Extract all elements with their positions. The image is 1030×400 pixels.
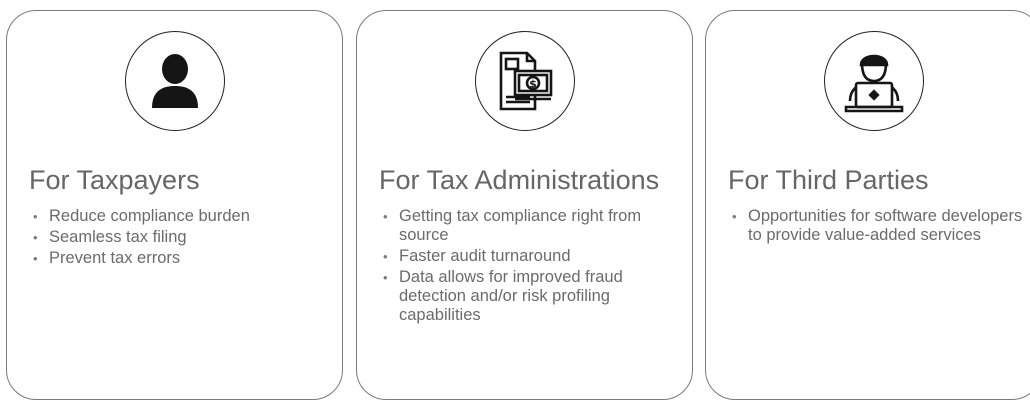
bullet-item: Seamless tax filing [31, 228, 328, 247]
tax-document-money-icon: $ [474, 31, 575, 131]
svg-text:$: $ [529, 78, 537, 91]
bullet-item: Reduce compliance burden [31, 207, 328, 226]
bullet-item: Opportunities for software developers to… [730, 207, 1027, 245]
bullet-item: Data allows for improved fraud detection… [381, 268, 678, 325]
bullet-list: Opportunities for software developers to… [730, 207, 1027, 247]
person-icon [124, 31, 225, 131]
tax-administrations-card: $ For Tax Administrations Getting tax co… [356, 10, 693, 400]
third-parties-card: For Third Parties Opportunities for soft… [705, 10, 1030, 400]
bullet-list: Reduce compliance burden Seamless tax fi… [31, 207, 328, 270]
bullet-item: Getting tax compliance right from source [381, 207, 678, 245]
taxpayers-card: For Taxpayers Reduce compliance burden S… [6, 10, 343, 400]
bullet-list: Getting tax compliance right from source… [381, 207, 678, 327]
bullet-item: Faster audit turnaround [381, 247, 678, 266]
card-title: For Tax Administrations [379, 165, 660, 195]
developer-laptop-icon [823, 31, 924, 131]
card-title: For Taxpayers [29, 165, 200, 195]
card-title: For Third Parties [728, 165, 929, 195]
bullet-item: Prevent tax errors [31, 249, 328, 268]
